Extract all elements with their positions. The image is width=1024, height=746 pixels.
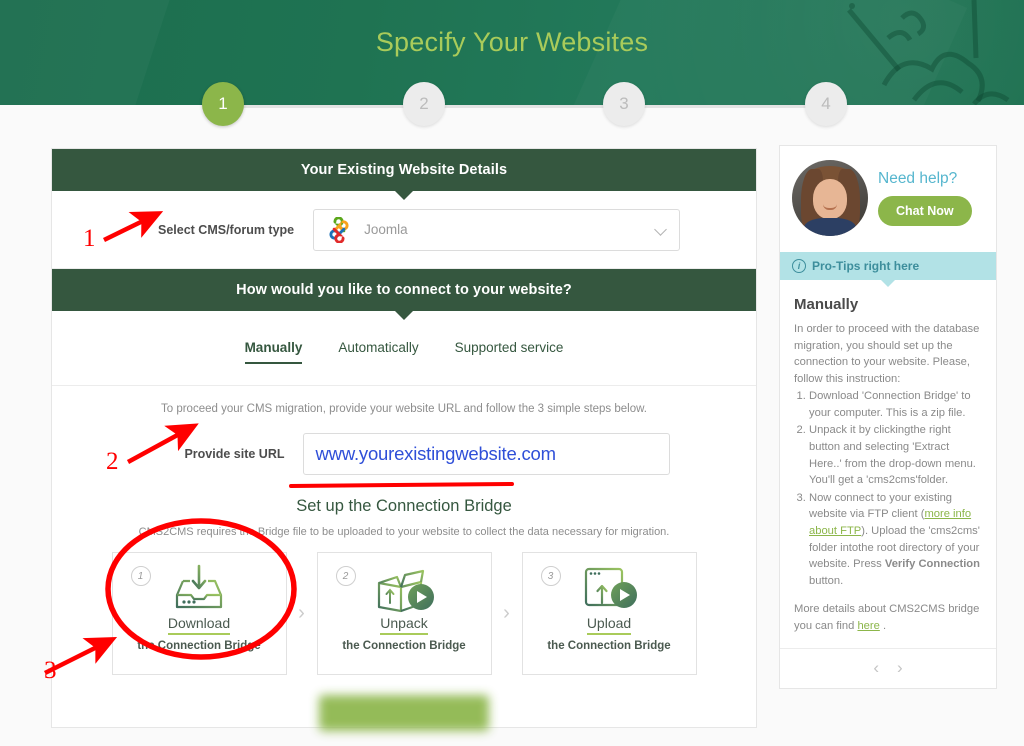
- tips-heading: Manually: [794, 296, 859, 313]
- card-download[interactable]: 1 Download the Connection Bridge: [111, 552, 287, 675]
- prev-tip-button[interactable]: ‹: [873, 658, 879, 678]
- more-details-link[interactable]: here: [857, 620, 879, 632]
- info-icon: i: [792, 259, 806, 273]
- annotation-marker-1: 1: [83, 225, 96, 252]
- existing-website-section-header: Your Existing Website Details: [52, 149, 756, 200]
- page-title: Specify Your Websites: [375, 27, 649, 57]
- ftp-info-link[interactable]: more info about FTP: [809, 508, 971, 537]
- cms-type-select[interactable]: Joomla: [313, 208, 681, 251]
- site-url-input[interactable]: www.yourexistingwebsite.com: [302, 433, 670, 475]
- card-upload[interactable]: 3 Upload the Connection Bridge: [521, 552, 697, 675]
- step-indicator-2[interactable]: 2: [403, 82, 445, 126]
- verify-connection-row: [52, 695, 756, 731]
- card-title: Upload: [586, 615, 632, 635]
- tips-steps-list: Download 'Connection Bridge' to your com…: [794, 388, 982, 589]
- annotation-marker-2: 2: [106, 448, 119, 475]
- card-number: 3: [540, 566, 561, 586]
- more-details-text: More details about CMS2CMS bridge you ca…: [794, 603, 980, 632]
- card-separator-icon-2: ›: [503, 602, 510, 624]
- pro-tips-label: Pro-Tips right here: [812, 259, 920, 273]
- site-url-value: www.yourexistingwebsite.com: [315, 443, 557, 464]
- card-separator-icon: ›: [298, 602, 305, 624]
- verify-connection-emphasis: Verify Connection: [884, 558, 980, 571]
- page-root: Specify Your Websites 1 2 3 4 Your Exist…: [0, 0, 1024, 746]
- help-sidebar: Need help? Chat Now i Pro-Tips right her…: [779, 145, 997, 690]
- chat-now-button[interactable]: Chat Now: [878, 196, 972, 226]
- avatar: [792, 160, 868, 236]
- connection-bridge-description: CMS2CMS requires the Bridge file to be u…: [138, 526, 670, 538]
- bridge-steps-cards: 1 Download the Connection Bridge › 2 Unp…: [52, 552, 756, 675]
- help-block: Need help? Chat Now: [780, 146, 996, 252]
- cms-select-row: Select CMS/forum type Joomla: [52, 191, 756, 268]
- connection-method-section-header: How would you like to connect to your we…: [52, 269, 756, 320]
- step-label: 3: [619, 94, 629, 113]
- stepper-line: [222, 105, 826, 108]
- list-item: Now connect to your existing website via…: [809, 490, 982, 589]
- tips-pagination: ‹ ›: [780, 648, 996, 688]
- card-unpack[interactable]: 2 Unpack the Connection Bridge: [316, 552, 492, 675]
- site-url-row: Provide site URL www.yourexistingwebsite…: [52, 433, 756, 475]
- step-label: 4: [821, 94, 831, 113]
- connection-bridge-heading: Set up the Connection Bridge: [296, 497, 512, 515]
- card-number: 2: [335, 566, 356, 586]
- progress-stepper: 1 2 3 4: [0, 82, 1024, 130]
- need-help-label: Need help?: [878, 170, 958, 187]
- cms-type-value: Joomla: [364, 222, 408, 237]
- tips-content: Manually In order to proceed with the da…: [780, 280, 996, 648]
- verify-connection-button-blurred[interactable]: [319, 695, 489, 731]
- tips-intro: In order to proceed with the database mi…: [794, 323, 980, 385]
- tab-supported-service[interactable]: Supported service: [455, 340, 564, 364]
- card-subtitle: the Connection Bridge: [342, 640, 466, 652]
- connection-method-tabs: Manually Automatically Supported service: [52, 311, 756, 385]
- migration-hint-text: To proceed your CMS migration, provide y…: [160, 403, 647, 415]
- tab-automatically[interactable]: Automatically: [338, 340, 418, 364]
- card-subtitle: the Connection Bridge: [547, 640, 671, 652]
- list-item: Download 'Connection Bridge' to your com…: [809, 388, 982, 421]
- list-item: Unpack it by clickingthe right button an…: [809, 422, 982, 488]
- chevron-down-icon: [654, 222, 668, 236]
- next-tip-button[interactable]: ›: [897, 658, 903, 678]
- step-label: 1: [218, 94, 228, 113]
- annotation-marker-3: 3: [44, 657, 57, 684]
- tab-manually[interactable]: Manually: [244, 340, 303, 364]
- main-panel: Your Existing Website Details Select CMS…: [51, 148, 757, 731]
- step-label: 2: [419, 94, 429, 113]
- cms-type-label: Select CMS/forum type: [158, 222, 295, 237]
- card-subtitle: the Connection Bridge: [137, 640, 261, 652]
- joomla-logo-icon: [329, 216, 349, 243]
- step-indicator-4[interactable]: 4: [805, 82, 847, 126]
- card-title: Unpack: [380, 615, 428, 635]
- card-number: 1: [130, 566, 151, 586]
- step-indicator-1[interactable]: 1: [202, 82, 244, 126]
- step-indicator-3[interactable]: 3: [603, 82, 645, 126]
- pro-tips-banner: i Pro-Tips right here: [780, 252, 996, 287]
- more-details-label: More details about CMS2CMS bridge you ca…: [794, 603, 980, 632]
- site-url-label: Provide site URL: [184, 447, 285, 461]
- card-title: Download: [167, 615, 231, 635]
